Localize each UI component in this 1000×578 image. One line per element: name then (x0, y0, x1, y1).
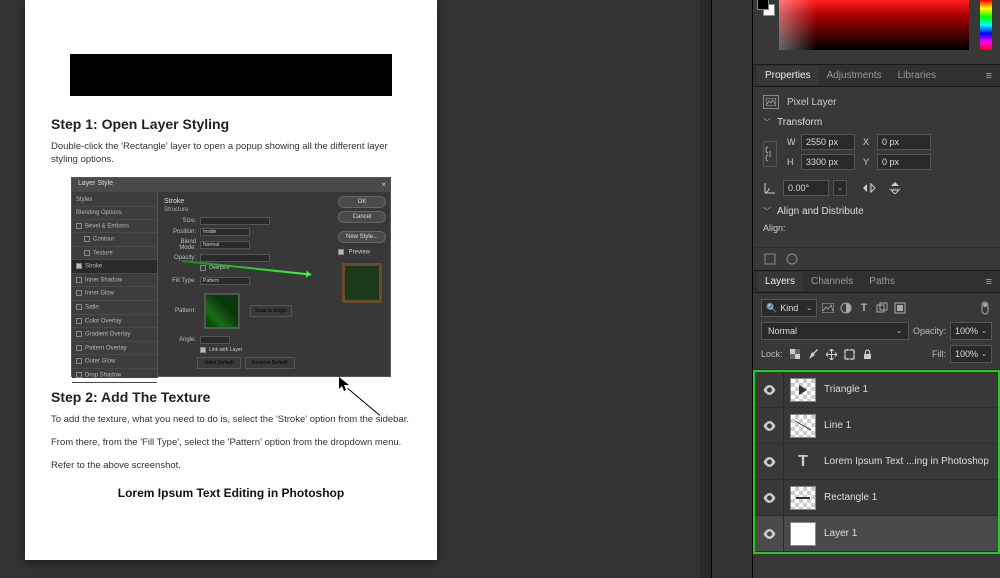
document-center-text: Lorem Ipsum Text Editing in Photoshop (51, 486, 411, 500)
footer-icon-2[interactable] (785, 252, 799, 266)
text-layer-icon: T (790, 450, 816, 474)
angle-input[interactable] (783, 180, 829, 196)
step2-body3: Refer to the above screenshot. (51, 459, 411, 472)
layer-thumbnail (790, 414, 816, 438)
visibility-eye-icon[interactable] (761, 529, 777, 539)
blend-mode-dropdown[interactable]: Normal⌄ (761, 322, 909, 340)
opacity-dropdown[interactable]: 100%⌄ (950, 322, 992, 340)
tab-properties[interactable]: Properties (757, 66, 819, 85)
layer-name[interactable]: Rectangle 1 (824, 492, 877, 503)
angle-icon (763, 181, 777, 195)
panel-dock-strip[interactable] (700, 0, 712, 578)
fill-dropdown[interactable]: 100%⌄ (950, 345, 992, 363)
step1-heading: Step 1: Open Layer Styling (51, 116, 411, 132)
lock-transparency-icon[interactable] (789, 347, 803, 361)
layer-type-label: Pixel Layer (787, 97, 836, 108)
layer-name[interactable]: Line 1 (824, 420, 851, 431)
right-panels: Properties Adjustments Libraries ≡ Pixel… (752, 0, 1000, 578)
visibility-eye-icon[interactable] (761, 457, 777, 467)
angle-dropdown[interactable]: ⌄ (833, 180, 847, 196)
filter-shape-icon[interactable] (875, 301, 889, 315)
filter-smartobject-icon[interactable] (893, 301, 907, 315)
flip-horizontal-icon[interactable] (861, 181, 877, 195)
filter-text-icon[interactable]: T (857, 301, 871, 315)
step2-body2: From there, from the 'Fill Type', select… (51, 436, 411, 449)
width-input[interactable] (801, 134, 855, 150)
transform-section-header[interactable]: ﹀ Transform (763, 117, 990, 128)
canvas-area[interactable]: Step 1: Open Layer Styling Double-click … (0, 0, 700, 578)
panel-menu-icon[interactable]: ≡ (982, 70, 996, 82)
filter-kind-dropdown[interactable]: 🔍Kind⌄ (761, 299, 817, 317)
height-input[interactable] (801, 154, 855, 170)
hue-slider[interactable] (980, 0, 992, 50)
properties-tabs: Properties Adjustments Libraries ≡ (753, 65, 1000, 87)
layer-name[interactable]: Triangle 1 (824, 384, 868, 395)
align-label: Align: (763, 223, 990, 233)
lock-pixels-icon[interactable] (807, 347, 821, 361)
layer-row[interactable]: Rectangle 1 (755, 480, 998, 516)
link-dimensions-icon[interactable] (763, 141, 777, 167)
layers-tabs: Layers Channels Paths ≡ (753, 271, 1000, 293)
pixel-layer-icon (763, 95, 779, 109)
layer-thumbnail (790, 378, 816, 402)
visibility-eye-icon[interactable] (761, 385, 777, 395)
visibility-eye-icon[interactable] (761, 493, 777, 503)
document-page: Step 1: Open Layer Styling Double-click … (25, 0, 437, 560)
layer-name[interactable]: Layer 1 (824, 528, 857, 539)
y-input[interactable] (877, 154, 931, 170)
layer-row[interactable]: T Lorem Ipsum Text ...ing in Photoshop (755, 444, 998, 480)
layer-row[interactable]: Line 1 (755, 408, 998, 444)
color-field[interactable] (779, 0, 969, 50)
flip-vertical-icon[interactable] (887, 181, 903, 195)
tab-libraries[interactable]: Libraries (890, 66, 944, 85)
filter-adjustment-icon[interactable] (839, 301, 853, 315)
layer-thumbnail (790, 522, 816, 546)
layer-name[interactable]: Lorem Ipsum Text ...ing in Photoshop (824, 456, 989, 467)
tab-channels[interactable]: Channels (803, 272, 861, 291)
align-section-header[interactable]: ﹀ Align and Distribute (763, 206, 990, 217)
layer-type-row: Pixel Layer (763, 95, 990, 109)
foreground-background-swatches[interactable] (757, 0, 777, 18)
properties-footer (753, 247, 1000, 270)
step1-body: Double-click the 'Rectangle' layer to op… (51, 140, 411, 167)
layer-thumbnail (790, 486, 816, 510)
layer-row[interactable]: Layer 1 (755, 516, 998, 552)
step2-body1: To add the texture, what you need to do … (51, 413, 411, 426)
footer-icon-1[interactable] (763, 252, 777, 266)
tab-adjustments[interactable]: Adjustments (819, 66, 890, 85)
layers-list: Triangle 1 Line 1 T Lorem Ipsum Text ...… (753, 370, 1000, 554)
layer-style-dialog-screenshot: Layer Style× Styles Blending Options Bev… (71, 177, 391, 377)
visibility-eye-icon[interactable] (761, 421, 777, 431)
filter-pixel-icon[interactable] (821, 301, 835, 315)
color-panel[interactable] (753, 0, 1000, 64)
lock-position-icon[interactable] (825, 347, 839, 361)
tab-layers[interactable]: Layers (757, 272, 803, 291)
lock-artboard-icon[interactable] (843, 347, 857, 361)
black-rectangle (70, 54, 392, 96)
x-input[interactable] (877, 134, 931, 150)
close-icon: × (381, 180, 386, 189)
panel-menu-icon[interactable]: ≡ (982, 276, 996, 288)
layer-row[interactable]: Triangle 1 (755, 372, 998, 408)
chevron-down-icon: ﹀ (763, 117, 771, 128)
lock-all-icon[interactable] (861, 347, 875, 361)
chevron-down-icon: ﹀ (763, 206, 771, 217)
filter-toggle-icon[interactable] (978, 301, 992, 315)
tab-paths[interactable]: Paths (861, 272, 903, 291)
